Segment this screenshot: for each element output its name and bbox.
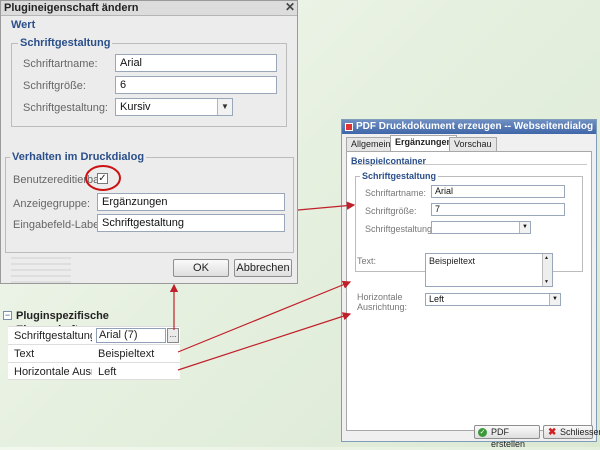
arrow-to-font-size	[297, 201, 356, 211]
annotation-overlay	[85, 165, 356, 371]
highlight-circle	[85, 165, 121, 191]
